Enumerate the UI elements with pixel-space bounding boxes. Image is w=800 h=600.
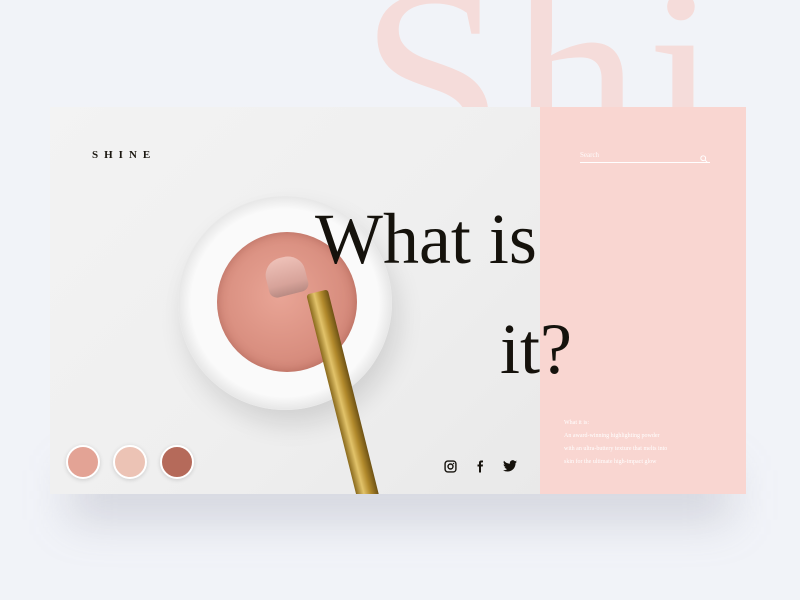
- headline-line-1: What is: [315, 199, 537, 279]
- product-description: What it is: An award-winning highlightin…: [564, 417, 714, 469]
- color-swatches: [66, 445, 194, 479]
- search-field[interactable]: [580, 150, 710, 163]
- search-icon[interactable]: [700, 150, 710, 163]
- description-title: What it is:: [564, 420, 589, 426]
- twitter-icon[interactable]: [502, 458, 518, 474]
- facebook-icon[interactable]: [472, 458, 488, 474]
- headline-line-2: it?: [500, 309, 572, 389]
- swatch-bronze[interactable]: [160, 445, 194, 479]
- description-line: An award-winning highlighting powder: [564, 433, 660, 439]
- instagram-icon[interactable]: [442, 458, 458, 474]
- description-line: skin for the ultimate high-impact glow: [564, 459, 657, 465]
- accent-panel: What it is: An award-winning highlightin…: [540, 107, 746, 494]
- brand-logo[interactable]: SHINE: [92, 149, 156, 161]
- product-photo: SHINE: [50, 107, 540, 494]
- social-links: [442, 458, 518, 474]
- swatch-champagne[interactable]: [113, 445, 147, 479]
- search-input[interactable]: [580, 150, 690, 160]
- hero-card: SHINE What: [50, 107, 746, 494]
- swatch-rose[interactable]: [66, 445, 100, 479]
- description-line: with an ultra-buttery texture that melts…: [564, 446, 668, 452]
